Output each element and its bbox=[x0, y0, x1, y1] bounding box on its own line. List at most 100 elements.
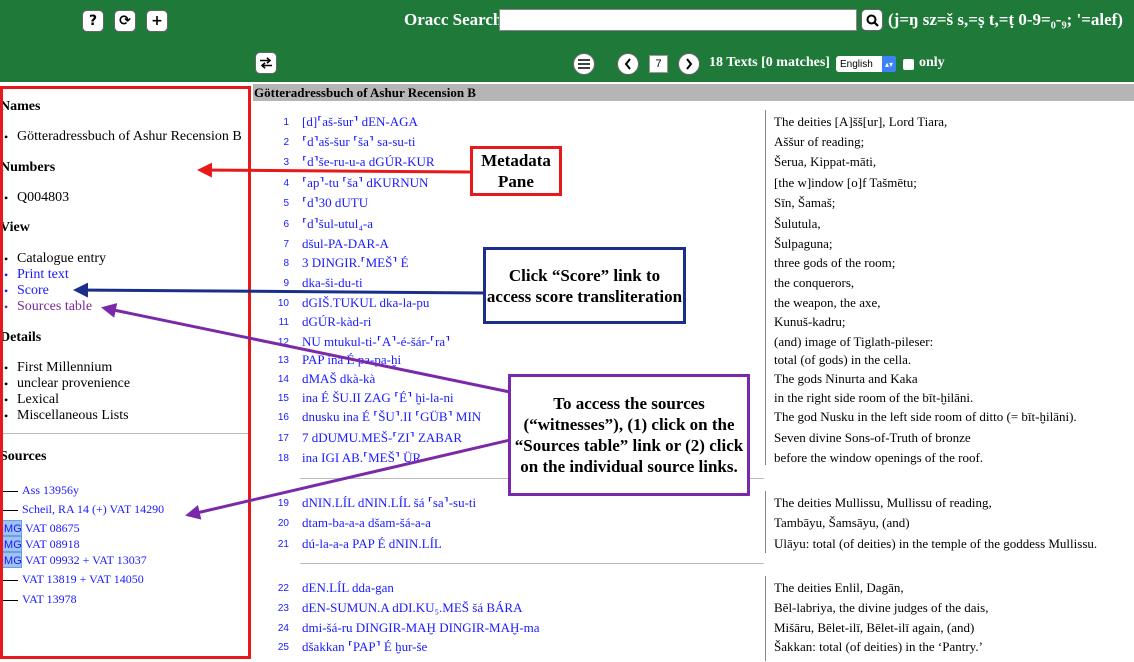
search-input[interactable] bbox=[499, 9, 857, 31]
transliteration[interactable]: dGIŠ.TUKUL dka-la-pu bbox=[302, 295, 429, 315]
names-heading: Names bbox=[0, 99, 41, 114]
line-number[interactable]: 22 bbox=[253, 583, 289, 603]
transliteration[interactable]: PAP ina É pa-pa-ḫi bbox=[302, 352, 401, 372]
line-number[interactable]: 9 bbox=[253, 278, 289, 298]
column-divider bbox=[765, 491, 766, 553]
swap-icon bbox=[260, 57, 272, 69]
line-number[interactable]: 13 bbox=[253, 355, 289, 375]
line-number[interactable]: 5 bbox=[253, 198, 289, 218]
line-number[interactable]: 11 bbox=[253, 317, 289, 337]
transliteration[interactable]: ⸢d⸣šul-utul₄-a bbox=[302, 216, 373, 236]
transliteration[interactable]: [d]⸢aš-šur⸣ dEN-AGA bbox=[302, 114, 418, 134]
transliteration[interactable]: dšakkan ⸢PAP⸣ É ḫur-še bbox=[302, 639, 427, 659]
line-number[interactable]: 16 bbox=[253, 412, 289, 432]
view-heading: View bbox=[0, 220, 30, 235]
source-branch-line bbox=[0, 579, 18, 581]
transliteration[interactable]: ina IGI AB.⸢MEŠ⸣ ÜR bbox=[302, 450, 421, 470]
translation: in the right side room of the bīt-ḫilāni… bbox=[774, 390, 974, 405]
menu-icon bbox=[578, 59, 590, 69]
swap-button[interactable] bbox=[255, 52, 277, 74]
transliteration[interactable]: dka-ši-du-ti bbox=[302, 275, 363, 295]
transliteration[interactable]: dEN.LÍL dda-gan bbox=[302, 580, 394, 600]
source-item: VAT 13819 + VAT 14050 bbox=[0, 571, 144, 588]
language-select[interactable]: English ▴▾ bbox=[836, 56, 896, 72]
line-number[interactable]: 25 bbox=[253, 642, 289, 662]
image-badge[interactable]: IMG bbox=[0, 552, 22, 568]
line-number[interactable]: 20 bbox=[253, 518, 289, 538]
line-number[interactable]: 2 bbox=[253, 137, 289, 157]
transliteration[interactable]: dmi-šá-ru DINGIR-MAḪ DINGIR-MAḪ-ma bbox=[302, 620, 540, 640]
texts-count: 18 Texts [0 matches] bbox=[709, 55, 830, 70]
language-value: English bbox=[840, 58, 873, 70]
line-number[interactable]: 24 bbox=[253, 623, 289, 643]
transliteration[interactable]: ⸢d⸣aš-šur ⸢ša⸣ sa-su-ti bbox=[302, 134, 415, 154]
print-text-link[interactable]: Print text bbox=[0, 267, 106, 283]
line-number[interactable]: 12 bbox=[253, 337, 289, 357]
transliteration[interactable]: NU mtukul-ti-⸢A⸣-é-šár-⸢ra⸣ bbox=[302, 334, 450, 354]
chevron-left-icon bbox=[624, 58, 631, 70]
only-checkbox[interactable] bbox=[903, 59, 914, 70]
line-number[interactable]: 18 bbox=[253, 453, 289, 473]
source-link[interactable]: VAT 13819 + VAT 14050 bbox=[22, 572, 144, 586]
prev-page-button[interactable] bbox=[617, 53, 639, 75]
line-number[interactable]: 21 bbox=[253, 539, 289, 559]
line-number[interactable]: 19 bbox=[253, 498, 289, 518]
transliteration[interactable]: 3 DINGIR.⸢MEŠ⸣ É bbox=[302, 255, 409, 275]
sources-table-link[interactable]: Sources table bbox=[0, 299, 106, 315]
line-number[interactable]: 3 bbox=[253, 157, 289, 177]
source-link[interactable]: VAT 08675 bbox=[25, 521, 80, 535]
transliteration[interactable]: ⸢d⸣30 dUTU bbox=[302, 195, 368, 215]
search-hint: (j=ŋ sz=š s,=ṣ t,=ṭ 0-9=₀-₉; '=alef) bbox=[888, 10, 1123, 29]
sources-heading: Sources bbox=[0, 449, 47, 464]
reload-button[interactable]: ⟳ bbox=[114, 10, 136, 32]
chevron-right-icon bbox=[686, 58, 693, 70]
select-arrow-icon: ▴▾ bbox=[882, 56, 896, 72]
line-number[interactable]: 23 bbox=[253, 603, 289, 623]
source-item: VAT 13978 bbox=[0, 591, 77, 608]
image-badge[interactable]: IMG bbox=[0, 536, 22, 552]
line-number[interactable]: 17 bbox=[253, 433, 289, 453]
menu-button[interactable] bbox=[573, 53, 595, 75]
list-item: Q004803 bbox=[0, 190, 69, 206]
transliteration[interactable]: ⸢d⸣še-ru-u-a dGÚR-KUR bbox=[302, 154, 435, 174]
next-page-button[interactable] bbox=[678, 53, 700, 75]
transliteration[interactable]: dEN-SUMUN.A dDI.KU₅.MEŠ šá BÁRA bbox=[302, 600, 523, 620]
source-link[interactable]: Scheil, RA 14 (+) VAT 14290 bbox=[22, 502, 164, 516]
transliteration[interactable]: dGÚR-kàd-ri bbox=[302, 314, 371, 334]
transliteration[interactable]: 7 dDUMU.MEŠ-⸢ZI⸣ ZABAR bbox=[302, 430, 462, 450]
line-number[interactable]: 14 bbox=[253, 374, 289, 394]
help-button[interactable]: ? bbox=[82, 10, 104, 32]
transliteration[interactable]: ⸢ap⸣-tu ⸢ša⸣ dKURNUN bbox=[302, 175, 428, 195]
source-link[interactable]: Ass 13956y bbox=[22, 483, 79, 497]
score-link[interactable]: Score bbox=[0, 283, 106, 299]
add-button[interactable]: + bbox=[146, 10, 168, 32]
line-number[interactable]: 15 bbox=[253, 393, 289, 413]
transliteration[interactable]: dšul-PA-DAR-A bbox=[302, 236, 389, 256]
transliteration[interactable]: dMAŠ dkà-kà bbox=[302, 371, 375, 391]
transliteration[interactable]: dtam-ba-a-a dšam-šá-a-a bbox=[302, 515, 431, 535]
line-number[interactable]: 4 bbox=[253, 178, 289, 198]
line-number[interactable]: 10 bbox=[253, 298, 289, 318]
translation: Šulutula, bbox=[774, 216, 821, 231]
transliteration[interactable]: ina É ŠU.II ZAG ⸢É⸣ ḫi-la-ni bbox=[302, 390, 454, 410]
page-number[interactable]: 7 bbox=[649, 55, 668, 73]
image-badge[interactable]: IMG bbox=[0, 520, 22, 536]
transliteration[interactable]: dnusku ina É ⸢ŠU⸣.II ⸢GÜB⸣ MIN bbox=[302, 409, 481, 429]
line-number[interactable]: 7 bbox=[253, 239, 289, 259]
source-link[interactable]: VAT 13978 bbox=[22, 592, 77, 606]
list-item: Miscellaneous Lists bbox=[0, 408, 130, 424]
reload-icon: ⟳ bbox=[119, 13, 131, 29]
line-number[interactable]: 1 bbox=[253, 117, 289, 137]
translation: the weapon, the axe, bbox=[774, 295, 881, 310]
search-button[interactable] bbox=[861, 9, 883, 31]
translation: Kunuš-kadru; bbox=[774, 314, 846, 329]
transliteration[interactable]: dú-la-a-a PAP É dNIN.LÍL bbox=[302, 536, 442, 556]
source-item: Scheil, RA 14 (+) VAT 14290 bbox=[0, 501, 164, 518]
source-link[interactable]: VAT 08918 bbox=[25, 537, 80, 551]
translation: The god Nusku in the left side room of d… bbox=[774, 409, 1077, 424]
details-list: First Millennium unclear provenience Lex… bbox=[0, 360, 130, 424]
line-number[interactable]: 6 bbox=[253, 219, 289, 239]
transliteration[interactable]: dNIN.LÍL dNIN.LÍL šá ⸢sa⸣-su-ti bbox=[302, 495, 476, 515]
source-link[interactable]: VAT 09932 + VAT 13037 bbox=[25, 553, 147, 567]
line-number[interactable]: 8 bbox=[253, 258, 289, 278]
